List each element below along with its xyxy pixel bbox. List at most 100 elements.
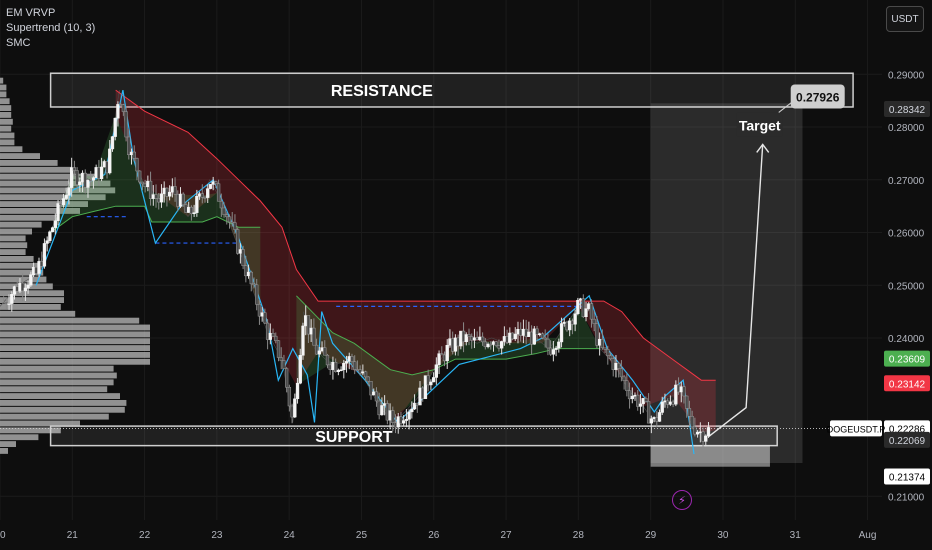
candle-body [431, 377, 436, 383]
y-tick-label: 0.21000 [888, 492, 925, 503]
price-chart[interactable]: RESISTANCE SUPPORT Target 0.27926 0.29000 0… [0, 0, 932, 550]
volume-profile-bar [0, 317, 140, 324]
candle-body [29, 274, 33, 286]
candle-body [18, 282, 22, 292]
candle-body [660, 401, 664, 413]
candle-body [355, 369, 360, 371]
candle-body [698, 431, 702, 434]
candle-body [483, 341, 487, 348]
candle-body [478, 336, 482, 341]
candle-body [336, 369, 341, 372]
y-tick-label: 0.27000 [888, 176, 925, 187]
volume-profile-bar [0, 434, 39, 441]
candle-body [399, 416, 403, 424]
candle-body [102, 161, 106, 168]
x-tick-label: 29 [645, 530, 657, 541]
candle-body [559, 323, 564, 343]
candle-body [535, 328, 539, 335]
candle-body [543, 337, 547, 340]
candle-body [34, 267, 38, 274]
candle-body [418, 387, 422, 406]
candle-body [37, 261, 41, 274]
legend-item-smc[interactable]: SMC [6, 36, 95, 51]
volume-profile-bar [0, 365, 114, 372]
candle-body [595, 323, 599, 346]
candle-body [118, 104, 123, 106]
candle-body [374, 391, 379, 402]
volume-profile-bar [0, 345, 150, 351]
candle-body [105, 161, 109, 174]
candle-body [12, 286, 17, 295]
candle-body [40, 261, 44, 267]
volume-profile-bar [0, 77, 4, 84]
volume-profile-bar [0, 221, 42, 228]
candle-body [61, 198, 66, 206]
lightning-icon[interactable]: ⚡ [672, 490, 692, 510]
candle-body [331, 361, 335, 370]
candle-body [380, 405, 384, 416]
candle-body [138, 170, 142, 183]
candle-body [216, 183, 221, 202]
candle-body [339, 369, 343, 372]
candle-body [570, 320, 575, 325]
candle-body [540, 333, 545, 339]
candle-body [165, 187, 169, 197]
candle-body [67, 187, 71, 196]
candle-body [342, 362, 346, 371]
candle-body [568, 320, 572, 331]
volume-profile-bar [0, 372, 117, 379]
candle-body [143, 183, 147, 188]
x-tick-label: 27 [501, 530, 513, 541]
candle-body [519, 329, 523, 336]
candle-body [396, 416, 400, 428]
candle-body [312, 327, 316, 346]
price-label: 0.21374 [889, 473, 926, 484]
candle-body [451, 338, 455, 352]
candle-body [410, 408, 414, 413]
candle-body [279, 357, 283, 361]
candle-body [456, 337, 460, 347]
candle-body [508, 332, 512, 343]
candle-body [636, 394, 640, 407]
candle-body [317, 350, 321, 355]
currency-button[interactable]: USDT [886, 6, 924, 32]
candle-body [154, 194, 158, 199]
candle-body [592, 318, 596, 324]
candle-body [510, 332, 515, 340]
candle-body [170, 186, 174, 193]
x-tick-label: 28 [573, 530, 585, 541]
volume-profile-bar [0, 379, 114, 386]
candle-body [625, 380, 629, 391]
candle-body [524, 328, 528, 337]
candle-body [206, 188, 210, 198]
x-tick-label: 30 [717, 530, 729, 541]
candle-body [195, 195, 199, 213]
candle-body [440, 353, 444, 356]
candle-body [611, 358, 615, 370]
x-tick-label: 21 [67, 530, 79, 541]
candle-body [64, 195, 68, 199]
candle-body [203, 197, 207, 199]
candle-body [192, 212, 196, 214]
candle-body [230, 221, 234, 224]
candle-body [110, 136, 115, 150]
candle-body [668, 401, 673, 405]
candle-body [453, 337, 458, 352]
y-tick-label: 0.29000 [888, 70, 925, 81]
legend-item-supertrend[interactable]: Supertrend (10, 3) [6, 21, 95, 36]
volume-profile-bar [0, 400, 127, 406]
candle-body [301, 325, 305, 356]
candle-body [236, 229, 240, 254]
candle-body [285, 368, 289, 388]
legend-item-vrvp[interactable]: EM VRVP [6, 6, 95, 21]
zone-label-resistance: RESISTANCE [331, 83, 433, 100]
candle-body [290, 405, 294, 418]
target-value: 0.27926 [796, 90, 840, 104]
candle-body [320, 347, 324, 352]
candle-body [657, 412, 662, 422]
candle-body [666, 400, 670, 405]
candle-body [21, 282, 25, 292]
candle-body [26, 284, 30, 289]
candle-body [127, 136, 131, 155]
candle-body [464, 334, 468, 343]
